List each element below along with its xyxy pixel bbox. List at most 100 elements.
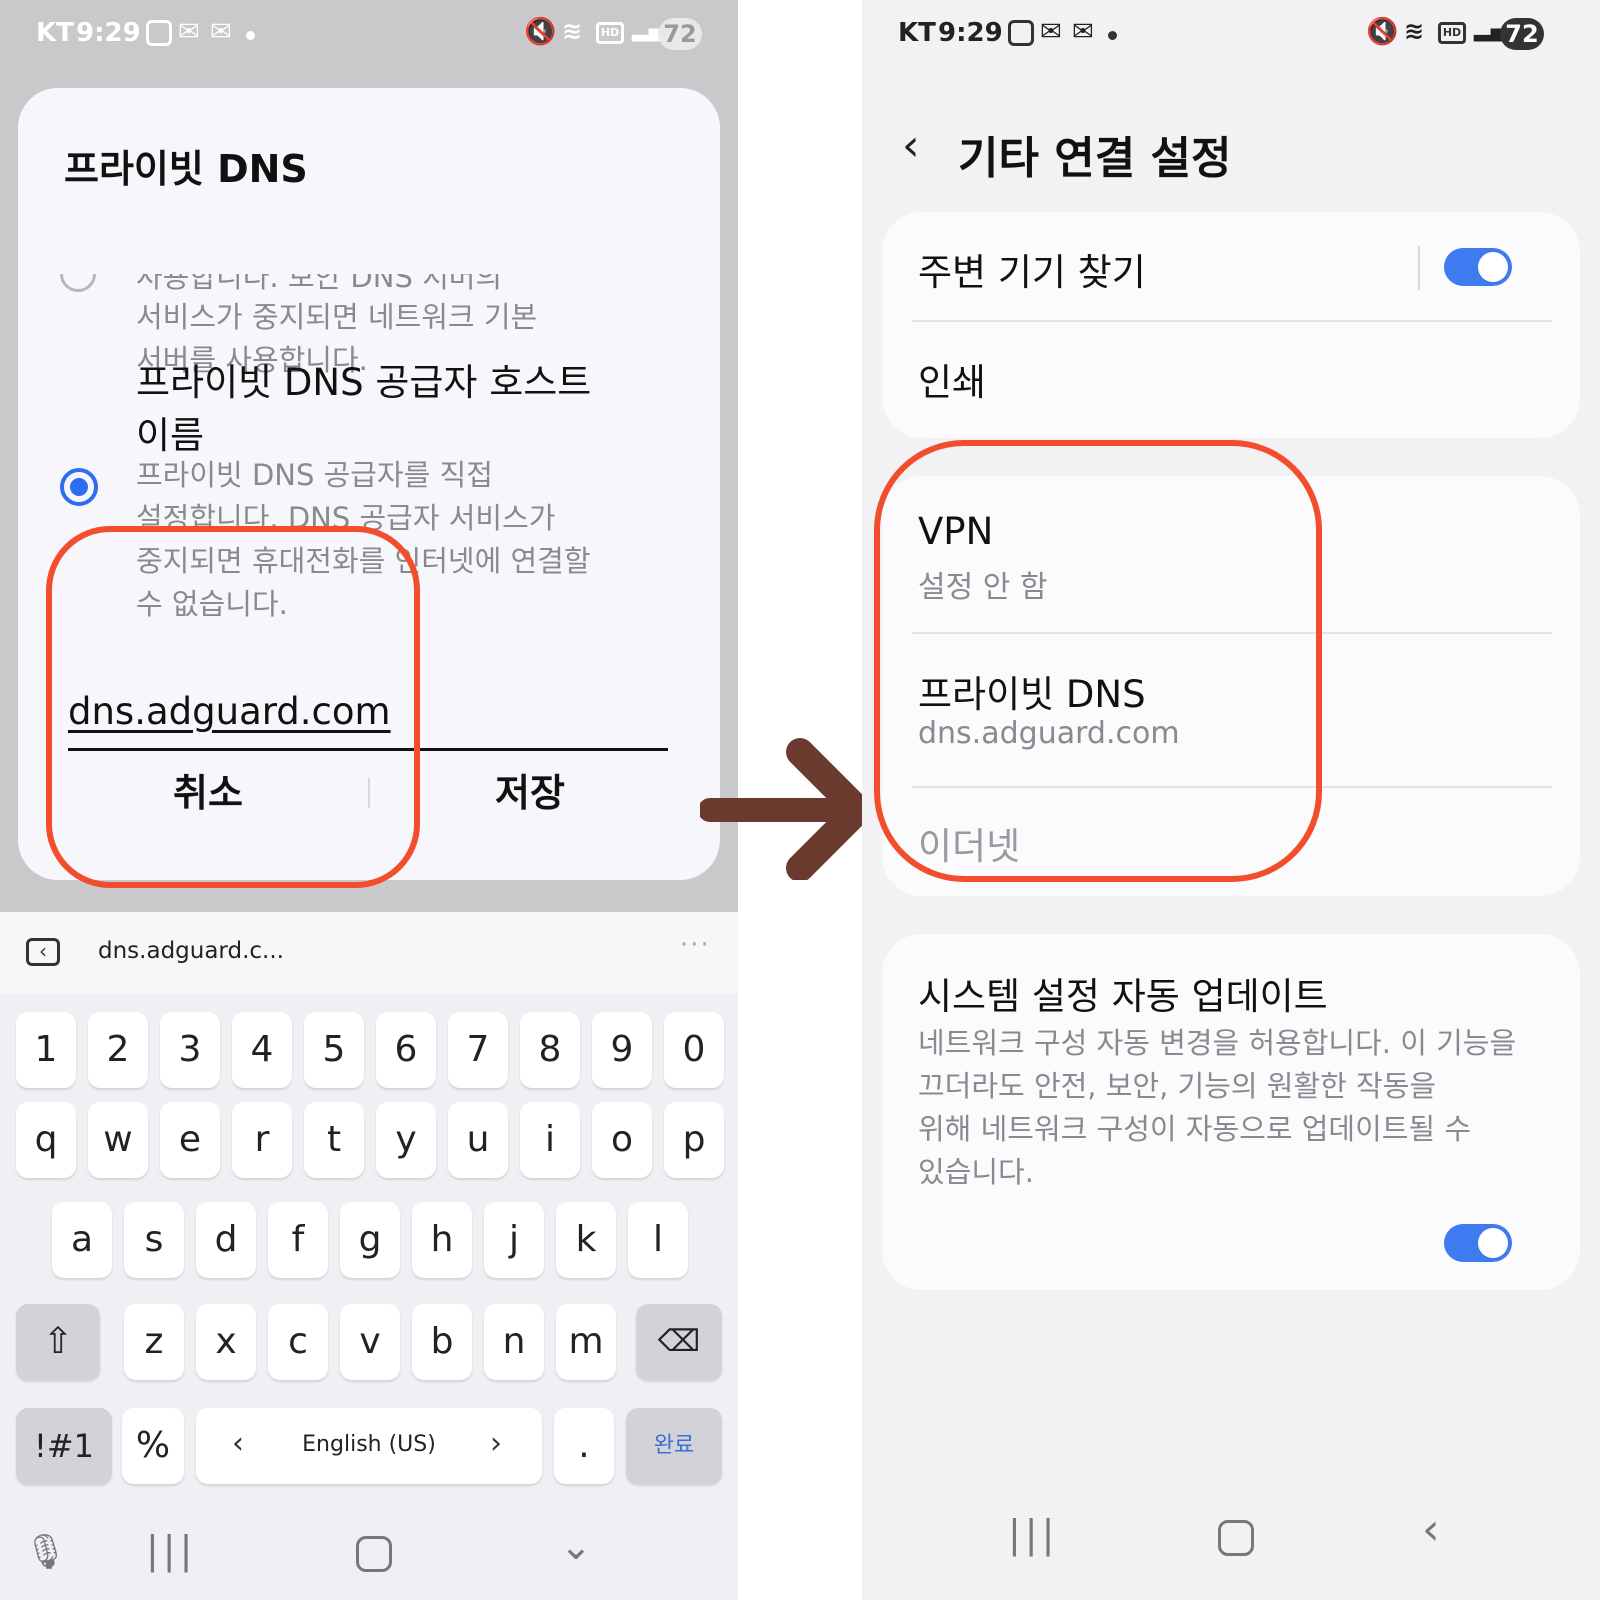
key-v[interactable]: v (340, 1304, 400, 1380)
nearby-devices-toggle[interactable] (1444, 248, 1512, 286)
print-label[interactable]: 인쇄 (918, 352, 986, 406)
hostname-title-line1: 프라이빗 DNS 공급자 호스트 (136, 361, 592, 404)
period-key[interactable]: . (554, 1408, 614, 1484)
keyboard-back-icon[interactable]: ‹ (26, 938, 60, 966)
key-n[interactable]: n (484, 1304, 544, 1380)
carrier-label-right: KT (898, 18, 936, 48)
key-o[interactable]: o (592, 1102, 652, 1178)
key-5[interactable]: 5 (304, 1012, 364, 1088)
left-phone-screen: KT 9:29 ✉ ✉ 🔇 ≋ HD ▂▄▆ 72 프라이빗 DNS 사용합니다… (0, 0, 738, 1600)
highlight-box-private-dns (874, 440, 1322, 882)
toggle-divider (1418, 246, 1420, 290)
key-y[interactable]: y (376, 1102, 436, 1178)
key-r[interactable]: r (232, 1102, 292, 1178)
key-9[interactable]: 9 (592, 1012, 652, 1088)
key-3[interactable]: 3 (160, 1012, 220, 1088)
wifi-icon-right: ≋ (1404, 17, 1425, 45)
key-z[interactable]: z (124, 1304, 184, 1380)
carrier-label: KT (36, 18, 74, 48)
hd-icon: HD (596, 22, 624, 44)
key-l[interactable]: l (628, 1202, 688, 1278)
card-nearby-print: 주변 기기 찾기 인쇄 (882, 212, 1580, 438)
symbols-key[interactable]: !#1 (16, 1408, 112, 1484)
dialog-title: 프라이빗 DNS (64, 147, 308, 191)
auto-update-toggle[interactable] (1444, 1224, 1512, 1262)
key-s[interactable]: s (124, 1202, 184, 1278)
key-8[interactable]: 8 (520, 1012, 580, 1088)
row-divider (912, 320, 1552, 322)
key-d[interactable]: d (196, 1202, 256, 1278)
key-x[interactable]: x (196, 1304, 256, 1380)
hostname-desc-line1: 프라이빗 DNS 공급자를 직접 (136, 458, 493, 492)
key-e[interactable]: e (160, 1102, 220, 1178)
auto-update-desc-line1: 네트워크 구성 자동 변경을 허용합니다. 이 기능을 (918, 1026, 1517, 1060)
key-2[interactable]: 2 (88, 1012, 148, 1088)
back-nav-icon[interactable]: ‹ (1422, 1504, 1440, 1555)
key-7[interactable]: 7 (448, 1012, 508, 1088)
toggle-knob (1478, 252, 1508, 282)
hostname-option-title[interactable]: 프라이빗 DNS 공급자 호스트 이름 (136, 356, 636, 462)
auto-update-desc-line4: 있습니다. (918, 1155, 1034, 1189)
microphone-icon[interactable]: 🎙 (24, 1532, 67, 1572)
recent-apps-icon-right[interactable]: ||| (1008, 1512, 1058, 1556)
key-h[interactable]: h (412, 1202, 472, 1278)
more-options-icon[interactable]: ··· (680, 930, 711, 960)
key-p[interactable]: p (664, 1102, 724, 1178)
key-f[interactable]: f (268, 1202, 328, 1278)
key-j[interactable]: j (484, 1202, 544, 1278)
status-time: 9:29 (76, 18, 141, 48)
save-button[interactable]: 저장 (380, 764, 680, 822)
key-w[interactable]: w (88, 1102, 148, 1178)
status-bar-right: KT 9:29 ✉ ✉ 🔇 ≋ HD ▂▄▆ 72 (862, 0, 1600, 70)
dialog-header: 프라이빗 DNS (18, 88, 720, 274)
key-m[interactable]: m (556, 1304, 616, 1380)
auto-update-title[interactable]: 시스템 설정 자동 업데이트 (918, 966, 1328, 1020)
notification-dot-icon-right (1108, 31, 1117, 40)
key-4[interactable]: 4 (232, 1012, 292, 1088)
key-c[interactable]: c (268, 1304, 328, 1380)
key-t[interactable]: t (304, 1102, 364, 1178)
auto-desc-line1: 서비스가 중지되면 네트워크 기본 (136, 300, 538, 334)
key-6[interactable]: 6 (376, 1012, 436, 1088)
wifi-icon: ≋ (562, 17, 583, 45)
home-icon-right[interactable] (1218, 1520, 1254, 1556)
percent-key[interactable]: % (122, 1408, 184, 1484)
toggle-knob (1478, 1228, 1508, 1258)
highlight-box-dns-input (46, 526, 420, 888)
backspace-key[interactable]: ⌫ (636, 1304, 722, 1380)
auto-update-desc-line2: 끄더라도 안전, 보안, 기능의 원활한 작동을 (918, 1069, 1437, 1103)
suggestion-text[interactable]: dns.adguard.c... (98, 938, 284, 964)
hide-keyboard-icon[interactable]: ⌄ (560, 1524, 592, 1568)
key-0[interactable]: 0 (664, 1012, 724, 1088)
screenshot-icon (146, 20, 172, 46)
message-icon: ✉ (210, 17, 232, 47)
key-1[interactable]: 1 (16, 1012, 76, 1088)
recent-apps-icon[interactable]: ||| (146, 1528, 196, 1572)
radio-dot (70, 478, 88, 496)
page-title: 기타 연결 설정 (958, 133, 1232, 184)
key-k[interactable]: k (556, 1202, 616, 1278)
done-key[interactable]: 완료 (626, 1408, 722, 1484)
key-i[interactable]: i (520, 1102, 580, 1178)
keyboard: ‹ dns.adguard.c... ··· 1234567890 qwerty… (0, 912, 738, 1600)
radio-hostname-selected[interactable] (60, 468, 98, 506)
space-key[interactable]: ‹ English (US) › (196, 1408, 542, 1484)
shift-key[interactable]: ⇧ (16, 1304, 100, 1380)
card-auto-update: 시스템 설정 자동 업데이트 네트워크 구성 자동 변경을 허용합니다. 이 기… (882, 934, 1580, 1290)
mail-icon: ✉ (178, 17, 200, 47)
nearby-devices-label[interactable]: 주변 기기 찾기 (918, 242, 1146, 296)
arrow-right-icon (700, 738, 870, 880)
key-q[interactable]: q (16, 1102, 76, 1178)
mute-icon: 🔇 (524, 17, 557, 47)
message-icon-right: ✉ (1072, 17, 1094, 47)
key-g[interactable]: g (340, 1202, 400, 1278)
home-icon[interactable] (356, 1536, 392, 1572)
mute-icon-right: 🔇 (1366, 17, 1399, 47)
auto-update-desc-line3: 위해 네트워크 구성이 자동으로 업데이트될 수 (918, 1112, 1472, 1146)
key-b[interactable]: b (412, 1304, 472, 1380)
key-u[interactable]: u (448, 1102, 508, 1178)
battery-indicator: 72 (658, 18, 702, 50)
key-a[interactable]: a (52, 1202, 112, 1278)
back-icon[interactable]: ‹ (902, 120, 920, 171)
right-phone-screen: KT 9:29 ✉ ✉ 🔇 ≋ HD ▂▄▆ 72 ‹ 기타 연결 설정 주변 … (862, 0, 1600, 1600)
